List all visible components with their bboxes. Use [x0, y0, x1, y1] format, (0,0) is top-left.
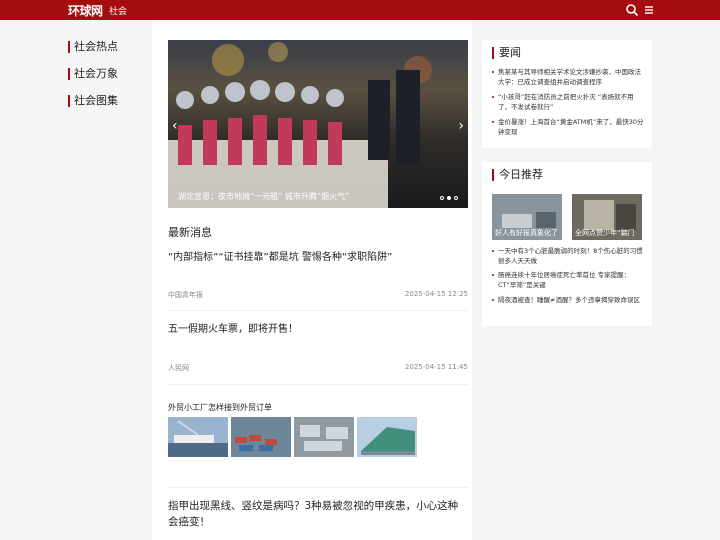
right-sidebar: 要闻 焦某某与其导师相关学术论文涉嫌抄袭，中国政法大学：已成立调查组并启动调查程… — [472, 20, 720, 540]
slider-image — [168, 42, 432, 208]
bullet — [492, 250, 494, 252]
gallery-thumb[interactable] — [357, 417, 417, 457]
gallery-title[interactable]: 外贸小工厂怎样接到外贸订单 — [168, 402, 272, 413]
slider-dot-active[interactable] — [447, 196, 451, 200]
yaowen-item[interactable]: 金价暴涨！上海首台“黄金ATM机”来了，最快30分钟变现 — [492, 117, 646, 137]
news-title[interactable]: “内部指标”“证书挂靠”都是坑 警惕各种“求职陷阱” — [168, 250, 464, 266]
divider — [168, 310, 468, 311]
slider-prev-arrow[interactable]: ‹ — [172, 118, 178, 134]
today-text: 隔夜酒被查！睡醒≠酒醒？多个违章揭穿致命误区 — [498, 296, 640, 304]
nav-item-variety[interactable]: 社会万象 — [68, 68, 118, 80]
latest-news-heading: 最新消息 — [168, 226, 212, 239]
today-item[interactable]: 一天中有3个心脏最脆弱的时刻！8个伤心脏的习惯很多人天天做 — [492, 246, 646, 266]
menu-icon[interactable] — [642, 3, 656, 17]
bullet — [492, 274, 494, 276]
yaowen-text: 焦某某与其导师相关学术论文涉嫌抄袭，中国政法大学：已成立调查组并启动调查程序 — [498, 68, 641, 86]
slider-dot[interactable] — [454, 196, 458, 200]
recommend-card[interactable]: 全网点赞少年“踹门 — [572, 194, 642, 240]
today-text: 一天中有3个心脏最脆弱的时刻！8个伤心脏的习惯很多人天天做 — [498, 247, 643, 265]
channel-label[interactable]: 社会 — [109, 4, 127, 17]
yaowen-item[interactable]: “小孩哥”赶在消防员之前把火扑灭 “表扬就不用了，不发试卷就行” — [492, 92, 646, 112]
bullet — [492, 121, 494, 123]
image-slider[interactable]: ‹ › 湖北宣恩：夜市地摊“一元租” 城市升腾“烟火气” — [168, 40, 468, 208]
gallery-thumb[interactable] — [231, 417, 291, 457]
top-bar: 环球网 社会 — [0, 0, 720, 20]
nav-item-hot[interactable]: 社会热点 — [68, 41, 118, 53]
recommend-caption: 好人有好报真象化了 — [495, 229, 558, 237]
today-text: 肠癌连续十年位居癌症死亡率首位 专家提醒：CT“早筛”是关键 — [498, 271, 631, 289]
today-item[interactable]: 隔夜酒被查！睡醒≠酒醒？多个违章揭穿致命误区 — [492, 295, 646, 305]
yaowen-title: 要闻 — [492, 47, 521, 59]
bullet — [492, 71, 494, 73]
nav-item-gallery[interactable]: 社会图集 — [68, 95, 118, 107]
recommend-caption: 全网点赞少年“踹门 — [575, 229, 635, 237]
gallery-thumb[interactable] — [168, 417, 228, 457]
recommend-card[interactable]: 好人有好报真象化了 — [492, 194, 562, 240]
main-content: ‹ › 湖北宣恩：夜市地摊“一元租” 城市升腾“烟火气” 最新消息 “内部指标”… — [152, 20, 472, 540]
news-source: 人民网 — [168, 364, 189, 372]
divider — [168, 384, 468, 385]
site-logo[interactable]: 环球网 — [68, 2, 103, 19]
yaowen-item[interactable]: 焦某某与其导师相关学术论文涉嫌抄袭，中国政法大学：已成立调查组并启动调查程序 — [492, 67, 646, 87]
bullet — [492, 96, 494, 98]
gallery-thumb[interactable] — [294, 417, 354, 457]
yaowen-text: 金价暴涨！上海首台“黄金ATM机”来了，最快30分钟变现 — [498, 118, 644, 136]
news-title[interactable]: 指甲出现黑线、竖纹是病吗？3种易被忽视的甲疾患，小心这种会癌变！ — [168, 498, 464, 530]
slider-caption[interactable]: 湖北宣恩：夜市地摊“一元租” 城市升腾“烟火气” — [178, 191, 349, 202]
news-title[interactable]: 五一假期火车票，即将开售！ — [168, 322, 464, 338]
yaowen-panel: 要闻 焦某某与其导师相关学术论文涉嫌抄袭，中国政法大学：已成立调查组并启动调查程… — [482, 40, 652, 148]
today-panel: 今日推荐 好人有好报真象化了 全网点赞少年“踹门 一天中有3个心脏最脆弱的时刻！… — [482, 162, 652, 326]
left-nav: 社会热点 社会万象 社会图集 — [0, 20, 152, 540]
search-icon[interactable] — [625, 3, 639, 17]
today-title: 今日推荐 — [492, 169, 543, 181]
news-time: 2025-04-15 11:45 — [404, 363, 468, 371]
slider-next-arrow[interactable]: › — [458, 118, 464, 134]
bullet — [492, 299, 494, 301]
yaowen-text: “小孩哥”赶在消防员之前把火扑灭 “表扬就不用了，不发试卷就行” — [498, 93, 634, 111]
divider — [168, 487, 468, 488]
news-source: 中国青年报 — [168, 291, 203, 299]
slider-dots — [440, 196, 458, 200]
slider-dot[interactable] — [440, 196, 444, 200]
today-item[interactable]: 肠癌连续十年位居癌症死亡率首位 专家提醒：CT“早筛”是关键 — [492, 270, 646, 290]
news-time: 2025-04-15 12:25 — [404, 290, 468, 298]
